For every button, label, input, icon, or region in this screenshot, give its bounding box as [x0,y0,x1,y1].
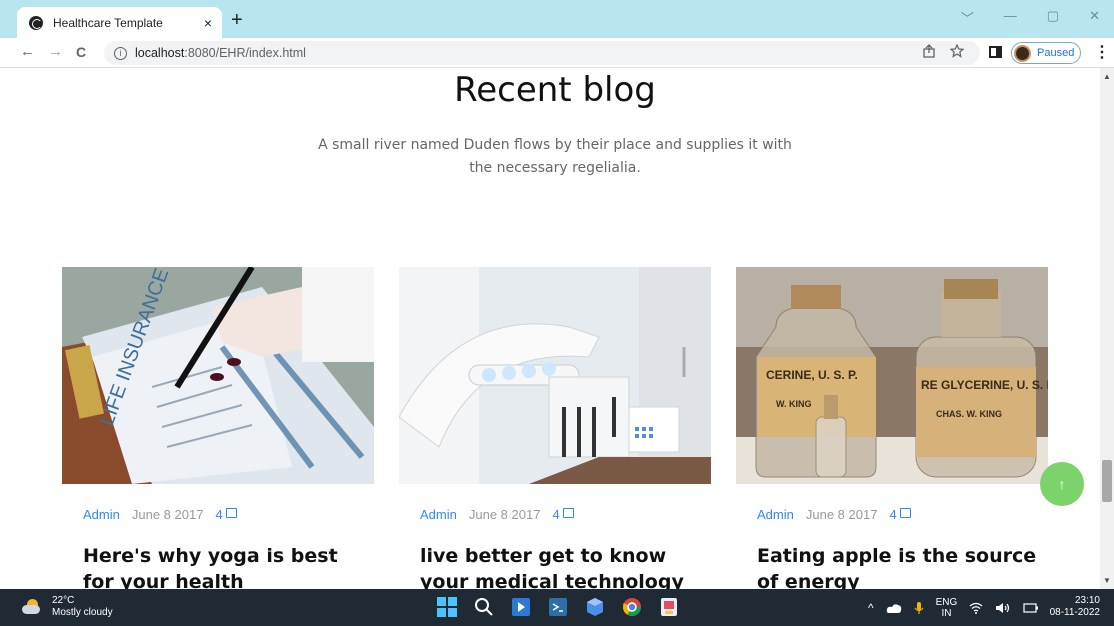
side-panel-icon[interactable] [989,46,1002,58]
lang-line1: ENG [935,597,958,608]
bookmark-star-icon[interactable] [950,44,964,58]
search-icon[interactable] [473,596,495,618]
post-title-link[interactable]: Here's why yoga is best for your health [83,543,363,589]
browser-tab[interactable]: Healthcare Template × [17,7,222,38]
window-controls: ﹀ — ▢ ✕ [961,8,1100,27]
section-heading: Recent blog [454,70,656,110]
blog-image-dental-equipment[interactable] [399,267,711,484]
svg-text:RE GLYCERINE, U. S. P.: RE GLYCERINE, U. S. P. [921,378,1048,392]
comment-count-link[interactable]: 4 [215,507,236,522]
new-tab-button[interactable]: + [231,10,243,30]
weather-cloudy-icon [22,599,42,615]
menu-icon[interactable]: ⋮ [1094,42,1110,62]
svg-text:CHAS. W. KING: CHAS. W. KING [936,409,1002,419]
windows-start-icon[interactable] [436,596,458,618]
reload-icon[interactable]: C [76,44,86,60]
tab-title: Healthcare Template [53,15,163,30]
post-meta: Admin June 8 2017 4 [757,507,911,522]
media-app-icon[interactable] [510,596,532,618]
post-meta: Admin June 8 2017 4 [420,507,574,522]
comment-count-link[interactable]: 4 [889,507,910,522]
svg-text:W. KING: W. KING [776,399,812,409]
clock-time: 23:10 [1074,595,1100,606]
scrollbar-thumb[interactable] [1102,460,1112,502]
url-host: localhost [135,46,185,60]
scroll-down-icon[interactable]: ▼ [1103,576,1111,585]
page-scrollbar[interactable]: ▲ ▼ [1100,68,1114,589]
tab-search-icon[interactable]: ﹀ [961,8,974,27]
post-date[interactable]: June 8 2017 [469,507,541,522]
url-text: localhost:8080/EHR/index.html [135,46,306,60]
temperature: 22°C [52,595,75,606]
post-author-link[interactable]: Admin [757,507,794,522]
browser-toolbar: ← → C i localhost:8080/EHR/index.html [0,38,1114,68]
scroll-to-top-button[interactable]: ↑ [1040,462,1084,506]
clock[interactable]: 23:10 08-11-2022 [1046,595,1100,619]
battery-icon[interactable] [1023,603,1039,613]
weather-text: 22°C Mostly cloudy [52,595,113,619]
minimize-icon[interactable]: — [1004,8,1017,27]
weather-widget[interactable]: 22°C Mostly cloudy [22,595,113,619]
post-date[interactable]: June 8 2017 [132,507,204,522]
vscode-icon[interactable] [547,596,569,618]
section-subtitle: A small river named Duden flows by their… [318,137,792,176]
blog-card[interactable]: CERINE, U. S. P. RE GLYCERINE, U. S. P. … [736,267,1048,589]
svg-text:CERINE, U. S. P.: CERINE, U. S. P. [766,368,858,382]
show-hidden-icons[interactable]: ^ [868,601,874,615]
avatar [1014,44,1031,62]
snipping-tool-icon[interactable] [658,596,680,618]
globe-icon [29,15,43,30]
system-tray: ^ ENG IN [868,597,1039,619]
share-icon[interactable] [922,44,936,58]
close-window-icon[interactable]: ✕ [1089,8,1100,27]
url-path: :8080/EHR/index.html [184,46,306,60]
forward-icon[interactable]: → [48,43,63,60]
onedrive-icon[interactable] [886,601,902,615]
taskbar: 22°C Mostly cloudy ^ ENG IN 23:10 08-11-2… [0,589,1114,626]
restore-icon[interactable]: ▢ [1047,8,1059,27]
back-icon[interactable]: ← [20,43,35,60]
profile-status: Paused [1037,47,1075,59]
site-info-icon[interactable]: i [114,46,127,60]
microphone-icon[interactable] [914,601,924,615]
post-title-link[interactable]: Eating apple is the source of energy [757,543,1037,589]
profile-button[interactable]: Paused [1011,42,1081,64]
scroll-up-icon[interactable]: ▲ [1103,72,1111,81]
address-bar[interactable]: i localhost:8080/EHR/index.html [104,41,980,65]
clock-date: 08-11-2022 [1049,607,1100,618]
chrome-icon[interactable] [621,596,643,618]
blog-image-glycerine-bottles[interactable]: CERINE, U. S. P. RE GLYCERINE, U. S. P. … [736,267,1048,484]
post-date[interactable]: June 8 2017 [806,507,878,522]
post-author-link[interactable]: Admin [83,507,120,522]
wifi-icon[interactable] [969,602,983,614]
tab-close-icon[interactable]: × [204,15,212,31]
taskbar-apps [436,596,680,618]
post-author-link[interactable]: Admin [420,507,457,522]
tab-strip: Healthcare Template × + ﹀ — ▢ ✕ [0,0,1114,38]
blog-card[interactable]: LIFE INSURANCE Admin June 8 2017 4 Here'… [62,267,374,589]
comment-count-link[interactable]: 4 [552,507,573,522]
page-viewport: Recent blog A small river named Duden fl… [0,68,1100,589]
blog-image-insurance-form[interactable]: LIFE INSURANCE [62,267,374,484]
post-meta: Admin June 8 2017 4 [83,507,237,522]
cube-app-icon[interactable] [584,596,606,618]
post-title-link[interactable]: live better get to know your medical tec… [420,543,700,589]
volume-icon[interactable] [995,602,1011,614]
lang-line2: IN [941,608,952,619]
language-indicator[interactable]: ENG IN [936,597,958,619]
weather-condition: Mostly cloudy [52,607,113,618]
omnibox-actions [922,44,964,58]
blog-card[interactable]: Admin June 8 2017 4 live better get to k… [399,267,711,589]
